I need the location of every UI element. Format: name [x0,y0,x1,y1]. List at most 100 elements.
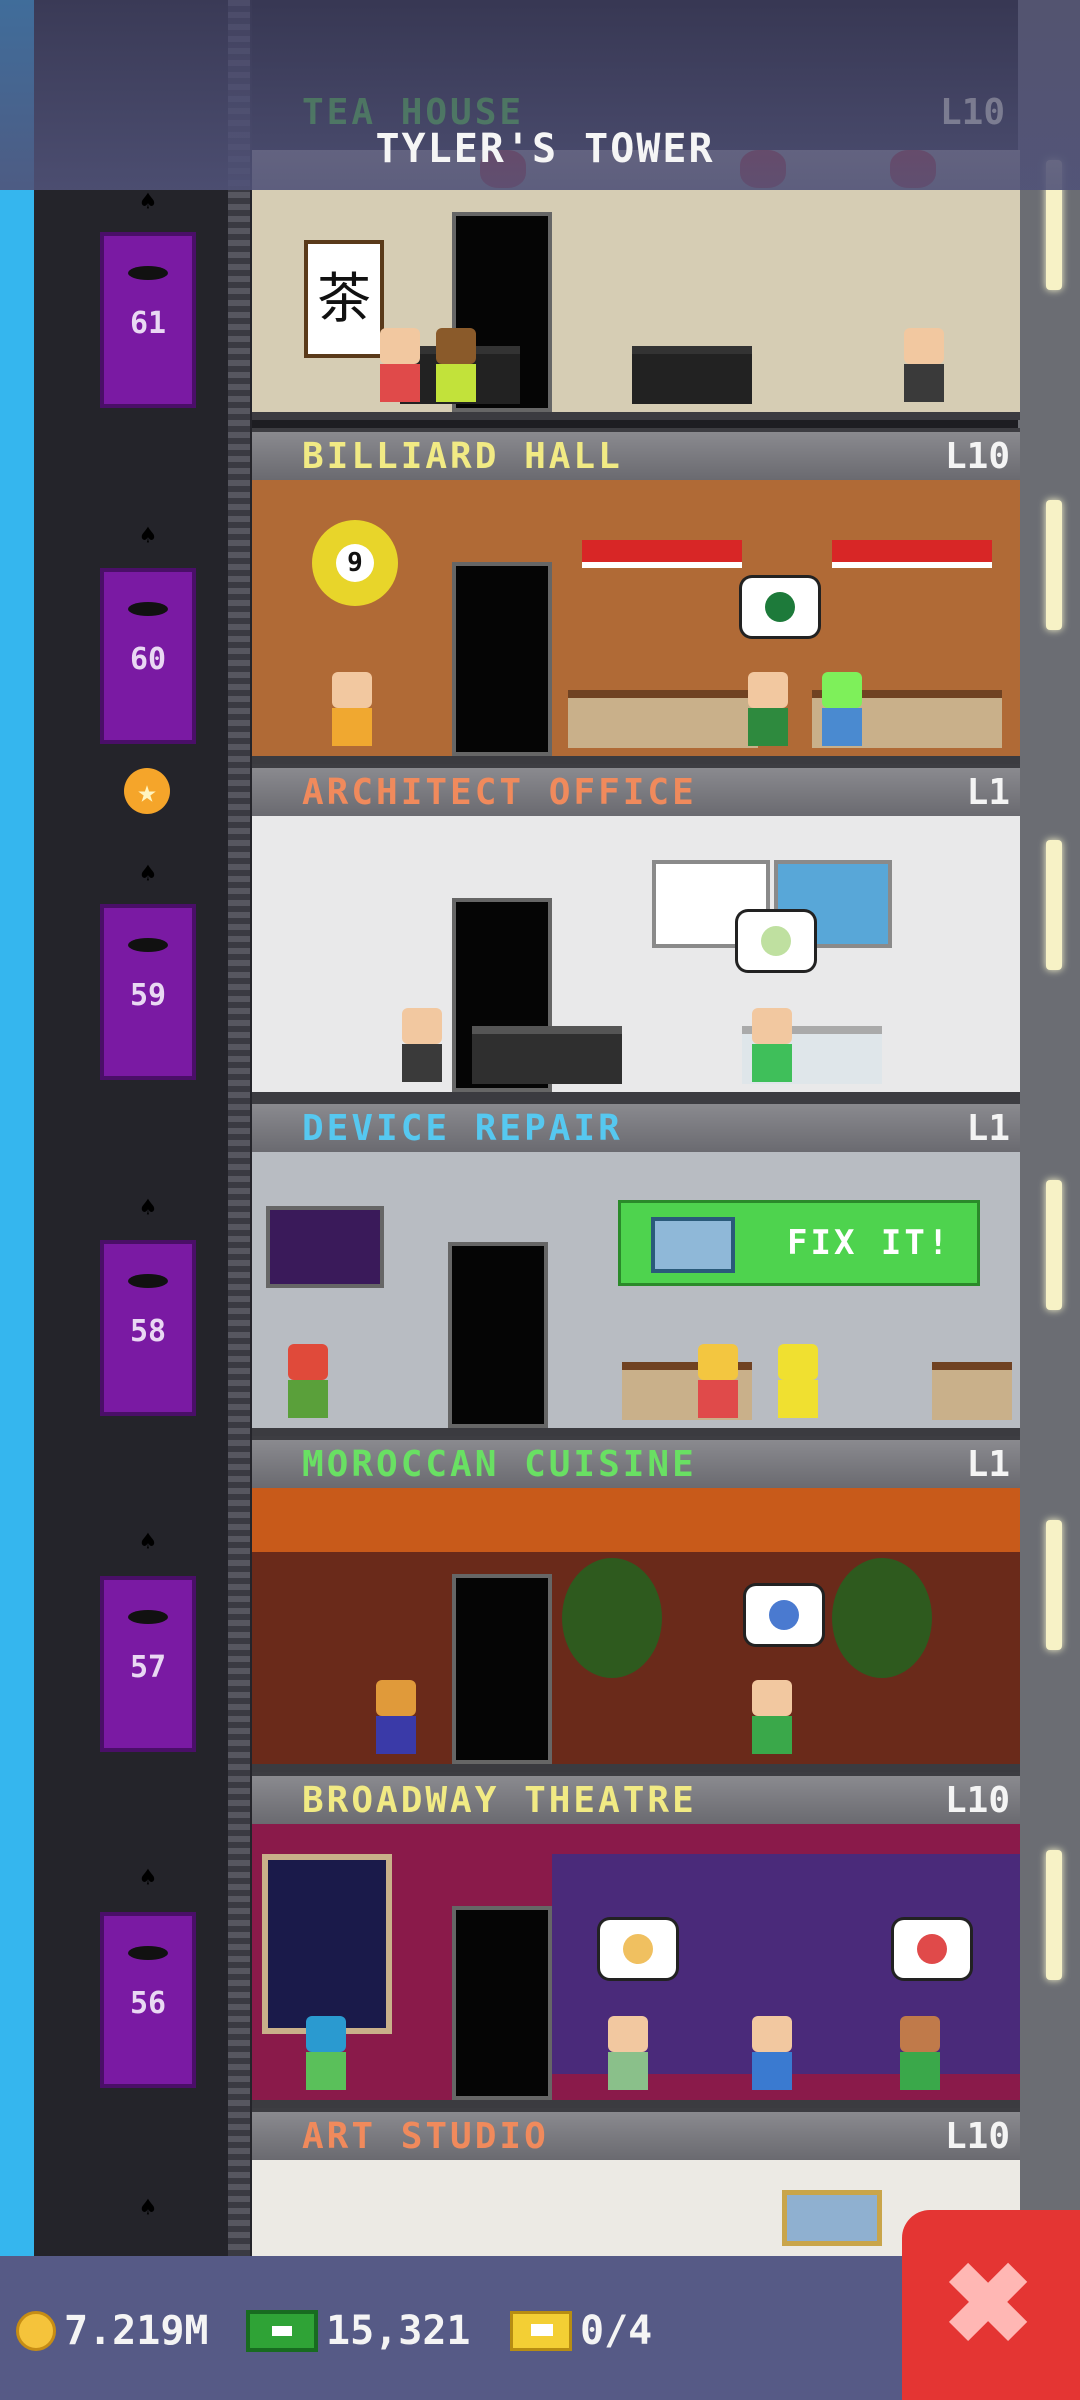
elevator-floor-number: 61 [129,306,167,341]
elevator-floor-number: 58 [129,1314,167,1349]
bitizen[interactable] [904,328,944,402]
fix-it-button[interactable]: FIX IT! [618,1200,980,1286]
ticket-icon [510,2311,572,2351]
pool-lamp [582,540,742,568]
tower-title: TYLER'S TOWER [375,126,715,172]
speech-bubble[interactable] [742,578,818,636]
elevator-ornament: ♠ [140,521,156,551]
floor-label-architect-office[interactable]: ARCHITECT OFFICE L1 [252,764,1020,816]
palm-plant [562,1558,662,1678]
floor-label-billiard-hall[interactable]: BILLIARD HALL L10 [252,428,1020,480]
floor-label-moroccan-cuisine[interactable]: MOROCCAN CUISINE L1 [252,1436,1020,1488]
bat-icon [128,1274,168,1288]
elevator-floor-number: 56 [129,1986,167,2021]
window-light [1046,1520,1062,1650]
bitizen[interactable] [402,1008,442,1082]
bux-icon [246,2310,318,2352]
star-icon[interactable]: ★ [124,768,170,814]
repair-bench [932,1362,1012,1420]
bitizen[interactable] [436,328,476,402]
elevator-ornament: ♠ [140,1193,156,1223]
tower-header: TEA HOUSE L10 TYLER'S TOWER [0,0,1080,190]
bitizen[interactable] [698,1344,738,1418]
elevator-car-56[interactable]: 56 [100,1912,196,2088]
elevator-ornament: ♠ [140,2193,156,2223]
elevator-car-57[interactable]: 57 [100,1576,196,1752]
room-billiard-hall[interactable]: 9 [252,480,1020,764]
window-light [1046,500,1062,630]
floor-level: L10 [944,436,1010,477]
bux-display[interactable]: 15,321 [246,2306,471,2356]
bitizen[interactable] [380,328,420,402]
bitizen[interactable] [900,2016,940,2090]
floor-level: L10 [944,2116,1010,2157]
room-broadway-theatre[interactable] [252,1824,1020,2108]
bitizen[interactable] [752,1680,792,1754]
room-door [448,1242,548,1428]
bitizen[interactable] [752,1008,792,1082]
elevator-ornament: ♠ [140,859,156,889]
ceiling-drape [252,1488,1020,1552]
bat-icon [128,1946,168,1960]
floor-label-device-repair[interactable]: DEVICE REPAIR L1 [252,1100,1020,1152]
coins-value: 7.219M [64,2308,209,2354]
bitizen[interactable] [332,672,372,746]
floor-level: L10 [944,1780,1010,1821]
elevator-car-60[interactable]: 60 [100,568,196,744]
bux-value: 15,321 [326,2308,471,2354]
bat-icon [128,938,168,952]
bitizen[interactable] [306,2016,346,2090]
bitizen[interactable] [778,1344,818,1418]
coins-display[interactable]: 7.219M [16,2306,209,2356]
speech-bubble[interactable] [746,1586,822,1644]
bitizen[interactable] [748,672,788,746]
elevator-ornament: ♠ [140,1527,156,1557]
bitizen[interactable] [608,2016,648,2090]
pool-lamp [832,540,992,568]
sky [0,0,34,2400]
bat-icon [128,602,168,616]
bitizen[interactable] [752,2016,792,2090]
elevator-car-58[interactable]: 58 [100,1240,196,1416]
room-device-repair[interactable]: FIX IT! [252,1152,1020,1436]
floor-level: L1 [966,1108,1010,1149]
elevator-car-61[interactable]: 61 [100,232,196,408]
fix-it-label: FIX IT! [787,1223,952,1263]
elevator-ornament: ♠ [140,1863,156,1893]
tickets-display[interactable]: 0/4 [510,2306,652,2356]
elevator-floor-number: 59 [129,978,167,1013]
painting [782,2190,882,2246]
speech-bubble[interactable] [894,1920,970,1978]
floor-name: DEVICE REPAIR [302,1108,623,1149]
floor-name: ARCHITECT OFFICE [302,772,697,813]
close-icon: ✖ [942,2243,1035,2366]
close-button[interactable]: ✖ [902,2210,1080,2400]
floor-name: BROADWAY THEATRE [302,1780,697,1821]
floor-label-broadway-theatre[interactable]: BROADWAY THEATRE L10 [252,1772,1020,1824]
palm-plant [832,1558,932,1678]
floor-level: L1 [966,772,1010,813]
speech-bubble[interactable] [738,912,814,970]
floor-level: L1 [966,1444,1010,1485]
window-light [1046,840,1062,970]
floor-label-art-studio[interactable]: ART STUDIO L10 [252,2108,1020,2160]
tea-table [632,346,752,404]
desk [472,1026,622,1084]
elevator-car-59[interactable]: 59 [100,904,196,1080]
bitizen[interactable] [376,1680,416,1754]
coin-icon [16,2311,56,2351]
room-door [452,1574,552,1764]
room-moroccan-cuisine[interactable] [252,1488,1020,1772]
speech-bubble[interactable] [600,1920,676,1978]
tickets-value: 0/4 [580,2308,653,2354]
room-door [452,1906,552,2100]
billiard-ball-icon: 9 [312,520,398,606]
room-architect-office[interactable] [252,816,1020,1100]
bat-icon [128,1610,168,1624]
tea-scroll: 茶 [304,240,384,358]
bitizen[interactable] [822,672,862,746]
bitizen[interactable] [288,1344,328,1418]
floor-name: BILLIARD HALL [302,436,623,477]
room-tea-house[interactable]: 茶 [252,150,1020,420]
floor-name: MOROCCAN CUISINE [302,1444,697,1485]
